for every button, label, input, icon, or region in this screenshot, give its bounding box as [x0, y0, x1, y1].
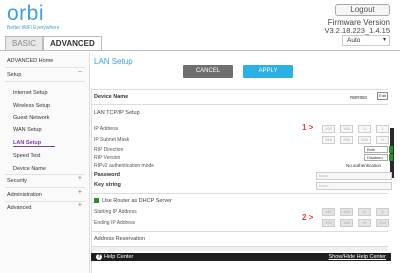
active-nav-indicator [13, 146, 55, 147]
device-name-value: RBR850 [350, 95, 368, 100]
dhcp-server-checkbox[interactable] [94, 198, 99, 203]
ip-address-octet-3[interactable]: 0 [358, 125, 371, 133]
sidebar-item-setup[interactable]: Setup [7, 72, 97, 78]
subnet-octet-4[interactable]: 0 [376, 136, 389, 144]
sidebar-item-guest-network[interactable]: Guest Network [13, 115, 103, 121]
ripv2-auth-label: RIPv2 authentication mode [94, 163, 155, 169]
sidebar-divider [5, 67, 85, 68]
chevron-down-icon: ▾ [382, 37, 386, 43]
rip-version-toggle[interactable] [389, 154, 393, 161]
sidebar: ADVANCED Home Setup − Internet Setup Wir… [0, 52, 90, 273]
cancel-button[interactable]: CANCEL [183, 65, 233, 78]
dhcp-server-label: Use Router as DHCP Server [102, 198, 172, 204]
help-center-bar: ? Help Center Show/Hide Help Center [91, 253, 391, 261]
sidebar-item-speed-test[interactable]: Speed Test [13, 153, 103, 159]
device-name-label: Device Name [94, 94, 129, 100]
main-content: LAN Setup CANCEL APPLY Device Name RBR85… [91, 52, 400, 273]
starting-ip-octet-3[interactable]: 0 [358, 208, 371, 216]
ip-address-octet-2[interactable]: 168 [340, 125, 353, 133]
sidebar-item-internet-setup[interactable]: Internet Setup [13, 90, 103, 96]
language-select-value: Auto [347, 37, 361, 44]
annotation-marker-1: 1 > [302, 123, 314, 132]
key-string-input[interactable]: basic [316, 182, 392, 190]
page-title: LAN Setup [94, 57, 133, 66]
sidebar-item-advanced-home[interactable]: ADVANCED Home [7, 58, 97, 64]
rip-direction-select[interactable]: Both [364, 146, 388, 153]
help-icon: ? [96, 254, 102, 260]
lan-tcpip-title: LAN TCP/IP Setup [94, 110, 140, 116]
expand-icon[interactable]: + [78, 189, 82, 196]
scrollbar-thumb[interactable] [390, 128, 394, 178]
sidebar-divider [5, 81, 85, 82]
collapse-icon[interactable]: − [78, 69, 82, 76]
section-divider [92, 193, 388, 194]
starting-ip-octet-2[interactable]: 168 [340, 208, 353, 216]
help-center-label: Help Center [104, 254, 134, 260]
rip-direction-label: RIP Direction [94, 147, 124, 153]
sidebar-item-advanced[interactable]: Advanced [7, 205, 97, 211]
tab-advanced[interactable]: ADVANCED [43, 36, 102, 50]
starting-ip-label: Starting IP Address [94, 209, 137, 215]
orbi-logo: orbi Better WiFi Everywhere [7, 2, 60, 31]
sidebar-item-administration[interactable]: Administration [7, 192, 97, 198]
mode-tabs: BASIC ADVANCED [5, 36, 102, 50]
reservation-table-header [92, 246, 388, 251]
lan-setup-panel: Device Name RBR850 Edit LAN TCP/IP Setup… [91, 88, 394, 273]
sidebar-item-wireless-setup[interactable]: Wireless Setup [13, 103, 103, 109]
expand-icon[interactable]: + [78, 175, 82, 182]
subnet-octet-3[interactable]: 255 [358, 136, 371, 144]
logout-button[interactable]: Logout [335, 4, 390, 16]
language-select[interactable]: Auto ▾ [342, 35, 390, 46]
expand-icon[interactable]: + [78, 202, 82, 209]
sidebar-item-wan-setup[interactable]: WAN Setup [13, 127, 103, 133]
edit-device-name-button[interactable]: Edit [377, 92, 388, 100]
show-hide-help-link[interactable]: Show/Hide Help Center [329, 254, 386, 260]
logo-tagline: Better WiFi Everywhere [7, 25, 60, 31]
rip-direction-toggle[interactable] [389, 146, 393, 153]
sidebar-divider [5, 187, 85, 188]
header-divider [0, 50, 400, 51]
logo-wordmark: orbi [7, 2, 45, 25]
tab-basic[interactable]: BASIC [5, 36, 44, 50]
section-divider [92, 104, 388, 105]
section-divider [92, 231, 388, 232]
subnet-mask-label: IP Subnet Mask [94, 137, 130, 143]
subnet-octet-2[interactable]: 255 [340, 136, 353, 144]
sidebar-item-device-name[interactable]: Device Name [13, 166, 103, 172]
section-divider [92, 89, 388, 90]
firmware-version-value: V3.2.18.223_1.4.15 [324, 26, 390, 35]
rip-version-select[interactable]: Disabled [364, 154, 388, 161]
starting-ip-octet-4[interactable]: 2 [376, 208, 389, 216]
starting-ip-octet-1[interactable]: 192 [322, 208, 335, 216]
ending-ip-label: Ending IP Address [94, 220, 136, 226]
apply-button[interactable]: APPLY [243, 65, 293, 78]
ip-address-label: IP Address [94, 126, 119, 132]
sidebar-divider [5, 201, 85, 202]
ending-ip-octet-2[interactable]: 168 [340, 219, 353, 227]
address-reservation-title: Address Reservation [94, 236, 146, 242]
ending-ip-octet-3[interactable]: 0 [358, 219, 371, 227]
help-center-toggle[interactable]: ? Help Center [96, 254, 133, 260]
key-string-label: Key string [94, 182, 121, 188]
ip-address-octet-1[interactable]: 192 [322, 125, 335, 133]
annotation-marker-2: 2 > [302, 213, 314, 222]
ending-ip-octet-1[interactable]: 192 [322, 219, 335, 227]
password-label: Password [94, 172, 120, 178]
ip-address-octet-4[interactable]: 1 [376, 125, 389, 133]
sidebar-divider [5, 174, 85, 175]
ripv2-auth-value[interactable]: No authentication [346, 163, 381, 168]
rip-version-label: RIP Version [94, 155, 121, 161]
ending-ip-octet-4[interactable]: 254 [376, 219, 389, 227]
password-input[interactable]: basic [316, 172, 392, 180]
subnet-octet-1[interactable]: 255 [322, 136, 335, 144]
sidebar-item-security[interactable]: Security [7, 178, 97, 184]
